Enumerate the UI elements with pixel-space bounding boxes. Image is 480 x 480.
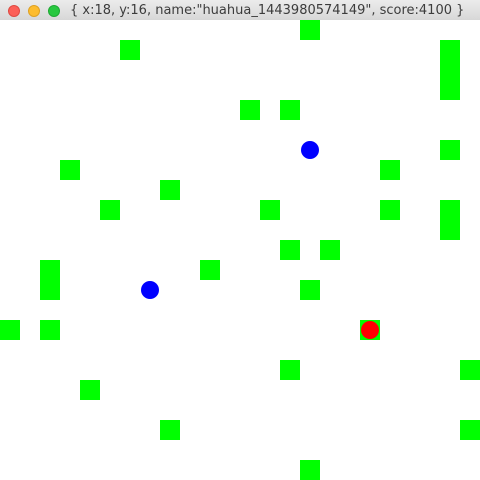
enemy-ball: [301, 141, 319, 159]
food-tile: [60, 160, 80, 180]
game-board[interactable]: [0, 20, 480, 480]
food-tile: [120, 40, 140, 60]
player-ball: [361, 321, 379, 339]
minimize-window-button[interactable]: [28, 5, 40, 17]
food-tile: [380, 200, 400, 220]
enemy-ball: [141, 281, 159, 299]
food-tile: [160, 180, 180, 200]
food-tile: [300, 20, 320, 40]
food-tile: [280, 240, 300, 260]
food-tile: [260, 200, 280, 220]
close-window-button[interactable]: [8, 5, 20, 17]
food-tile: [440, 40, 460, 100]
food-tile: [280, 100, 300, 120]
food-tile: [280, 360, 300, 380]
food-tile: [100, 200, 120, 220]
food-tile: [320, 240, 340, 260]
window-title: { x:18, y:16, name:"huahua_1443980574149…: [70, 3, 465, 18]
food-tile: [300, 460, 320, 480]
food-tile: [0, 320, 20, 340]
food-tile: [440, 200, 460, 240]
food-tile: [240, 100, 260, 120]
food-tile: [160, 420, 180, 440]
window-title-bar: { x:18, y:16, name:"huahua_1443980574149…: [0, 0, 480, 22]
food-tile: [380, 160, 400, 180]
food-tile: [200, 260, 220, 280]
food-tile: [460, 420, 480, 440]
food-tile: [40, 260, 60, 300]
food-tile: [460, 360, 480, 380]
food-tile: [40, 320, 60, 340]
zoom-window-button[interactable]: [48, 5, 60, 17]
food-tile: [440, 140, 460, 160]
food-tile: [80, 380, 100, 400]
food-tile: [300, 280, 320, 300]
